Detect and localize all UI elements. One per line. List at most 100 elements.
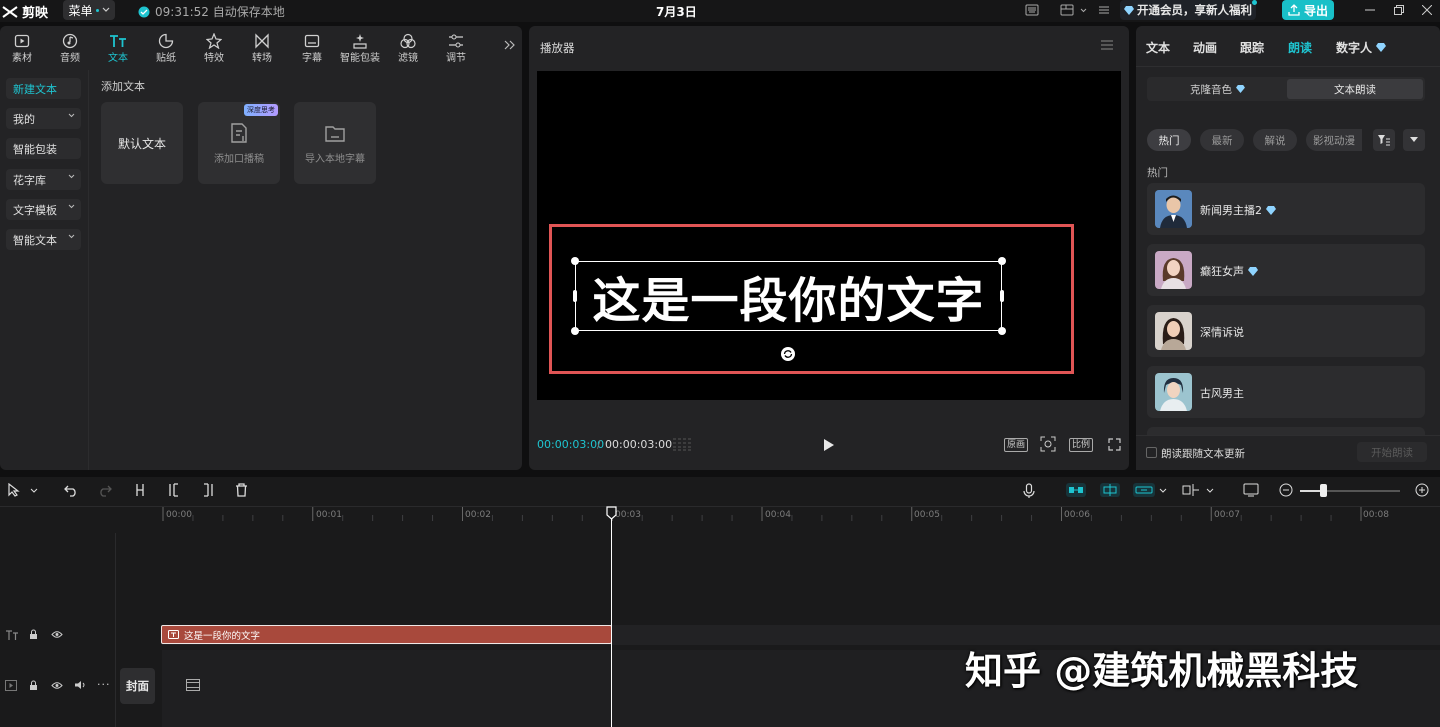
- resize-handle[interactable]: [998, 327, 1006, 335]
- main-track-magnet-button[interactable]: [1066, 483, 1086, 497]
- tab-sticker[interactable]: 贴纸: [142, 29, 190, 64]
- close-icon[interactable]: [1422, 5, 1432, 15]
- fullscreen-icon[interactable]: [1108, 438, 1121, 451]
- tab-filter[interactable]: 滤镜: [384, 29, 432, 64]
- maximize-icon[interactable]: [1394, 5, 1404, 15]
- link-chevron-icon[interactable]: [1159, 488, 1167, 493]
- delete-icon[interactable]: [235, 483, 248, 497]
- keyboard-icon[interactable]: [1025, 4, 1039, 16]
- cover-button[interactable]: 封面: [120, 668, 155, 704]
- resize-handle[interactable]: [573, 290, 577, 302]
- undo-icon[interactable]: [64, 483, 78, 497]
- rotate-icon[interactable]: [780, 346, 796, 362]
- speaker-icon[interactable]: [74, 680, 86, 690]
- original-quality-button[interactable]: 原画: [1004, 438, 1029, 452]
- menu-button[interactable]: 菜单: [63, 0, 115, 20]
- lock-icon[interactable]: [29, 629, 38, 640]
- chip-latest[interactable]: 最新: [1200, 129, 1244, 151]
- filter-button[interactable]: [1373, 129, 1395, 151]
- voice-item[interactable]: 古风男主: [1147, 366, 1425, 418]
- tab-sticker-label: 贴纸: [156, 53, 176, 64]
- zoom-slider-thumb[interactable]: [1320, 484, 1327, 497]
- select-chevron-icon[interactable]: [30, 488, 38, 493]
- tab-subtitle[interactable]: 字幕: [288, 29, 336, 64]
- vip-dot: [1252, 0, 1257, 5]
- nav-smart-pack[interactable]: 智能包装: [6, 138, 81, 159]
- voice-item[interactable]: 新闻男主播2: [1147, 183, 1425, 235]
- tab-text-props[interactable]: 文本: [1146, 39, 1170, 56]
- export-button[interactable]: 导出: [1282, 0, 1334, 20]
- list-icon[interactable]: [1098, 4, 1110, 16]
- split-icon[interactable]: [133, 483, 147, 497]
- follow-text-checkbox[interactable]: [1146, 447, 1157, 458]
- tab-audio[interactable]: 音频: [46, 29, 94, 64]
- chip-hot[interactable]: 热门: [1147, 129, 1191, 151]
- nav-mine[interactable]: 我的: [6, 108, 81, 129]
- tab-adjust[interactable]: 调节: [432, 29, 480, 64]
- nav-font-library[interactable]: 花字库: [6, 169, 81, 190]
- text-clip[interactable]: 这是一段你的文字: [161, 625, 612, 644]
- filter-icon: [400, 33, 416, 49]
- playhead-line[interactable]: [611, 515, 612, 727]
- resize-handle[interactable]: [1000, 290, 1004, 302]
- microphone-icon[interactable]: [1023, 483, 1035, 499]
- playhead-handle[interactable]: [606, 506, 617, 520]
- tab-digital-human[interactable]: 数字人: [1336, 39, 1372, 56]
- trim-left-icon[interactable]: [167, 483, 181, 497]
- overlay-text[interactable]: 这是一段你的文字: [575, 264, 1002, 329]
- subtab-text-read[interactable]: 文本朗读: [1287, 79, 1423, 99]
- section-label: 热门: [1147, 167, 1168, 179]
- tab-tracking[interactable]: 跟踪: [1240, 39, 1264, 56]
- project-title[interactable]: 7月3日: [656, 3, 697, 20]
- auto-snap-button[interactable]: [1100, 483, 1120, 497]
- chip-anime[interactable]: 影视动漫: [1306, 129, 1362, 151]
- resize-handle[interactable]: [571, 327, 579, 335]
- tab-animation[interactable]: 动画: [1193, 39, 1217, 56]
- tab-transition-label: 转场: [252, 53, 272, 64]
- time-ruler[interactable]: [162, 507, 1440, 521]
- tab-smart-pack[interactable]: 智能包装: [336, 29, 384, 64]
- voice-item[interactable]: 深情诉说: [1147, 305, 1425, 357]
- eye-icon[interactable]: [51, 681, 63, 690]
- nav-smart-text[interactable]: 智能文本: [6, 229, 81, 250]
- preview-axis-icon[interactable]: [1182, 483, 1200, 497]
- aspect-ratio-button[interactable]: 比例: [1069, 438, 1094, 452]
- nav-new-text[interactable]: 新建文本: [6, 78, 81, 99]
- tab-effects[interactable]: 特效: [190, 29, 238, 64]
- layout-icon[interactable]: [1060, 4, 1074, 16]
- play-icon[interactable]: [823, 438, 835, 452]
- import-subtitle-card[interactable]: 导入本地字幕: [294, 102, 376, 184]
- autosave-text: 09:31:52 自动保存本地: [155, 5, 285, 19]
- zoom-in-icon[interactable]: [1415, 483, 1429, 497]
- axis-chevron-icon[interactable]: [1206, 488, 1214, 493]
- resize-handle[interactable]: [571, 257, 579, 265]
- focus-icon[interactable]: [1040, 436, 1056, 452]
- zoom-out-icon[interactable]: [1279, 483, 1293, 497]
- more-options-icon[interactable]: ···: [97, 678, 111, 691]
- screen-icon[interactable]: [1243, 483, 1259, 497]
- tab-transition[interactable]: 转场: [238, 29, 286, 64]
- menu-icon[interactable]: [1101, 40, 1113, 50]
- tab-text[interactable]: 文本: [94, 29, 142, 64]
- nav-text-template[interactable]: 文字模板: [6, 199, 81, 220]
- link-button[interactable]: [1133, 483, 1155, 497]
- chip-commentary[interactable]: 解说: [1253, 129, 1297, 151]
- eye-icon[interactable]: [51, 630, 63, 639]
- subtab-clone-voice[interactable]: 克隆音色: [1149, 79, 1286, 99]
- resize-handle[interactable]: [998, 257, 1006, 265]
- layout-chevron-icon[interactable]: [1080, 8, 1087, 13]
- default-text-card[interactable]: 默认文本: [101, 102, 183, 184]
- minimize-icon[interactable]: [1365, 9, 1375, 11]
- tab-media[interactable]: 素材: [0, 29, 46, 64]
- start-reading-button[interactable]: 开始朗读: [1357, 442, 1427, 462]
- timecode-format-icon[interactable]: [672, 437, 694, 451]
- vip-button[interactable]: 开通会员，享新人福利: [1120, 0, 1256, 20]
- more-tabs-icon[interactable]: [504, 40, 516, 50]
- trim-right-icon[interactable]: [201, 483, 215, 497]
- redo-icon[interactable]: [98, 483, 112, 497]
- voice-item[interactable]: 癫狂女声: [1147, 244, 1425, 296]
- select-cursor-icon[interactable]: [7, 483, 21, 497]
- tab-read-aloud[interactable]: 朗读: [1288, 39, 1312, 56]
- expand-chips-button[interactable]: [1403, 129, 1425, 151]
- lock-icon[interactable]: [29, 680, 38, 691]
